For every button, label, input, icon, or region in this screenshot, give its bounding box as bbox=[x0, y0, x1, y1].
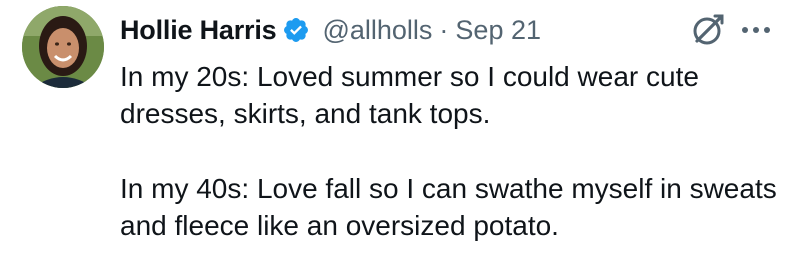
verified-badge-icon bbox=[282, 16, 310, 44]
user-handle[interactable]: @allholls bbox=[322, 15, 432, 46]
more-options-icon[interactable] bbox=[738, 18, 774, 42]
display-name[interactable]: Hollie Harris bbox=[120, 15, 277, 46]
tweet-date[interactable]: Sep 21 bbox=[455, 15, 541, 46]
tweet-text: In my 20s: Loved summer so I could wear … bbox=[120, 58, 780, 244]
tweet-header: Hollie Harris @allholls · Sep 21 bbox=[120, 8, 541, 52]
avatar[interactable] bbox=[22, 6, 104, 88]
tweet[interactable]: Hollie Harris @allholls · Sep 21 In my 2… bbox=[0, 0, 800, 269]
grok-icon[interactable] bbox=[688, 10, 728, 50]
tweet-paragraph: In my 20s: Loved summer so I could wear … bbox=[120, 61, 699, 129]
tweet-paragraph: In my 40s: Love fall so I can swathe mys… bbox=[120, 173, 777, 241]
avatar-photo-icon bbox=[22, 6, 104, 88]
separator-dot: · bbox=[439, 14, 449, 45]
